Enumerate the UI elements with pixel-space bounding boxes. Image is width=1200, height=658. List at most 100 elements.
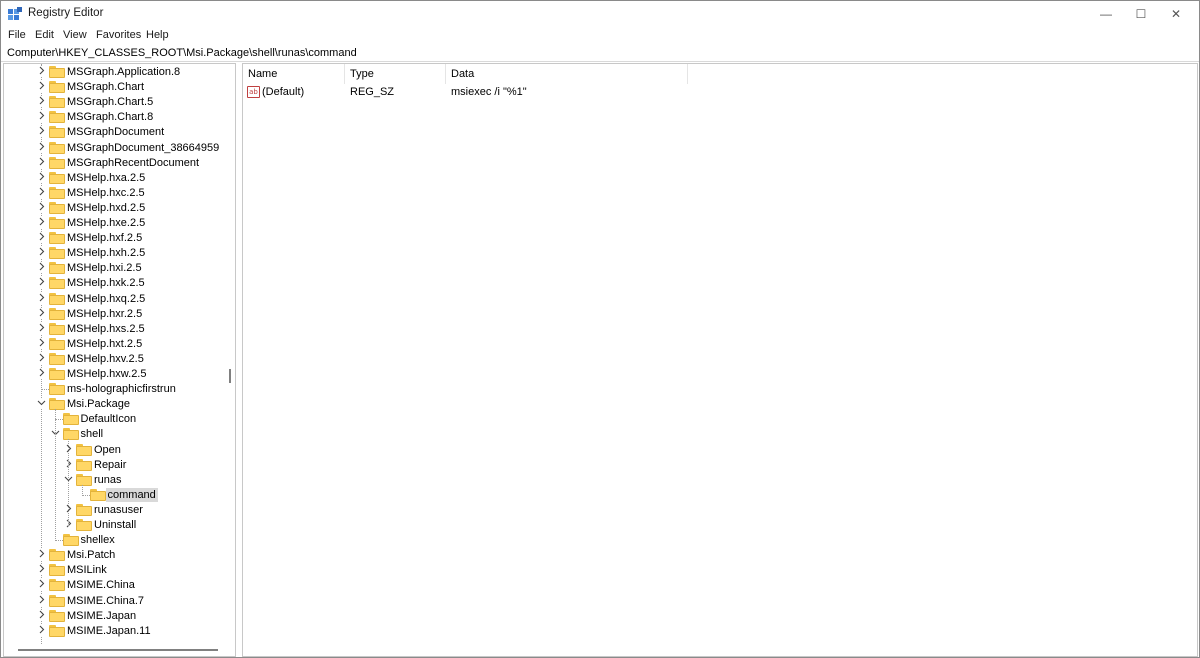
column-header-data[interactable]: Data: [446, 64, 688, 84]
tree-item[interactable]: MSGraph.Chart.5: [4, 95, 224, 110]
chevron-right-icon[interactable]: [36, 322, 47, 334]
folder-icon: [49, 81, 65, 94]
chevron-right-icon[interactable]: [36, 141, 47, 153]
folder-icon: [62, 413, 79, 426]
tree-item-label: MSHelp.hxa.2.5: [67, 171, 146, 184]
column-header-name[interactable]: Name: [243, 64, 345, 84]
chevron-right-icon[interactable]: [36, 292, 47, 304]
menu-view[interactable]: View: [63, 29, 87, 41]
tree-item[interactable]: MSHelp.hxe.2.5: [4, 216, 224, 231]
tree-item[interactable]: MSGraph.Application.8: [4, 65, 224, 80]
chevron-right-icon[interactable]: [36, 624, 47, 636]
tree-item[interactable]: Repair: [4, 458, 224, 473]
folder-icon: [76, 519, 92, 531]
tree-item[interactable]: ms-holographicfirstrun: [4, 382, 224, 397]
tree-item[interactable]: command: [4, 487, 224, 503]
chevron-right-icon[interactable]: [36, 156, 47, 168]
tree-item[interactable]: runas: [4, 473, 224, 488]
chevron-right-icon[interactable]: [36, 594, 47, 606]
chevron-right-icon[interactable]: [36, 352, 47, 364]
column-header-type[interactable]: Type: [345, 64, 446, 84]
chevron-right-icon[interactable]: [36, 337, 47, 349]
tree-item[interactable]: Uninstall: [4, 518, 224, 533]
chevron-right-icon[interactable]: [36, 186, 47, 198]
value-row[interactable]: ab (Default) REG_SZ msiexec /i "%1": [243, 84, 1197, 101]
chevron-right-icon[interactable]: [36, 201, 47, 213]
tree-item[interactable]: MSHelp.hxc.2.5: [4, 186, 224, 201]
values-list-pane[interactable]: Name Type Data ab (Default) REG_SZ msiex…: [242, 63, 1198, 657]
tree-item[interactable]: MSIME.Japan: [4, 609, 224, 624]
folder-icon: [49, 262, 65, 275]
tree-item[interactable]: MSILink: [4, 563, 224, 578]
tree-item[interactable]: MSIME.China.7: [4, 594, 224, 609]
chevron-right-icon[interactable]: [36, 277, 47, 289]
tree-horizontal-scrollbar[interactable]: [18, 649, 218, 651]
address-bar[interactable]: Computer\HKEY_CLASSES_ROOT\Msi.Package\s…: [1, 44, 1199, 62]
chevron-right-icon[interactable]: [36, 609, 47, 621]
chevron-right-icon[interactable]: [36, 96, 47, 108]
chevron-right-icon[interactable]: [36, 81, 47, 93]
menu-favorites[interactable]: Favorites: [96, 29, 141, 41]
folder-icon: [49, 126, 65, 139]
tree-item[interactable]: MSHelp.hxr.2.5: [4, 307, 224, 322]
menu-help[interactable]: Help: [146, 29, 169, 41]
tree-item[interactable]: MSHelp.hxh.2.5: [4, 246, 224, 261]
chevron-right-icon[interactable]: [36, 111, 47, 123]
tree-item[interactable]: runasuser: [4, 503, 224, 518]
tree-item[interactable]: MSIME.China: [4, 578, 224, 593]
tree-item[interactable]: shell: [4, 427, 224, 442]
chevron-right-icon[interactable]: [36, 217, 47, 228]
chevron-down-icon[interactable]: [36, 398, 47, 410]
folder-icon: [49, 337, 65, 350]
address-path[interactable]: Computer\HKEY_CLASSES_ROOT\Msi.Package\s…: [7, 47, 357, 59]
tree-item-label: Msi.Patch: [67, 549, 116, 562]
tree-item-label: command: [105, 487, 158, 502]
chevron-right-icon[interactable]: [36, 66, 47, 77]
tree-connector-line: [54, 409, 56, 542]
tree-item[interactable]: MSHelp.hxq.2.5: [4, 292, 224, 307]
title-bar[interactable]: Registry Editor — ☐ ✕: [1, 1, 1199, 27]
chevron-right-icon[interactable]: [36, 579, 47, 591]
tree-item[interactable]: MSHelp.hxk.2.5: [4, 276, 224, 291]
tree-item[interactable]: MSHelp.hxa.2.5: [4, 171, 224, 186]
tree-item[interactable]: MSGraphDocument_38664959: [4, 141, 224, 156]
menu-file[interactable]: File: [8, 29, 26, 41]
chevron-right-icon[interactable]: [36, 564, 47, 576]
tree-item[interactable]: MSGraph.Chart.8: [4, 110, 224, 125]
close-button[interactable]: ✕: [1153, 1, 1199, 27]
chevron-right-icon[interactable]: [36, 262, 47, 274]
tree-item-label: MSILink: [67, 564, 107, 577]
tree-item[interactable]: MSGraph.Chart: [4, 80, 224, 95]
tree-item[interactable]: Open: [4, 443, 224, 458]
tree-item[interactable]: Msi.Patch: [4, 548, 224, 563]
tree-item[interactable]: MSGraphDocument: [4, 125, 224, 140]
tree-item-label: MSHelp.hxt.2.5: [67, 337, 143, 350]
tree-item[interactable]: Msi.Package: [4, 397, 224, 412]
folder-icon: [49, 624, 65, 637]
tree-item[interactable]: MSHelp.hxs.2.5: [4, 322, 224, 337]
tree-vertical-scrollbar[interactable]: [229, 369, 231, 383]
tree-item[interactable]: MSHelp.hxv.2.5: [4, 352, 224, 367]
chevron-right-icon[interactable]: [36, 307, 47, 319]
tree-item[interactable]: shellex: [4, 533, 224, 548]
tree-item-label: MSHelp.hxk.2.5: [67, 277, 145, 290]
folder-icon: [49, 307, 65, 320]
menu-edit[interactable]: Edit: [35, 29, 54, 41]
chevron-right-icon[interactable]: [36, 126, 47, 138]
tree-item[interactable]: MSHelp.hxw.2.5: [4, 367, 224, 382]
chevron-right-icon[interactable]: [36, 247, 47, 259]
folder-icon: [49, 352, 65, 365]
chevron-right-icon[interactable]: [36, 368, 47, 379]
tree-item-label: MSHelp.hxs.2.5: [67, 322, 145, 335]
chevron-right-icon[interactable]: [36, 171, 47, 183]
tree-item[interactable]: MSHelp.hxf.2.5: [4, 231, 224, 246]
tree-item[interactable]: MSHelp.hxd.2.5: [4, 201, 224, 216]
tree-item[interactable]: MSHelp.hxi.2.5: [4, 261, 224, 276]
chevron-right-icon[interactable]: [36, 549, 47, 561]
chevron-right-icon[interactable]: [36, 232, 47, 244]
tree-item[interactable]: MSGraphRecentDocument: [4, 156, 224, 171]
tree-item[interactable]: MSIME.Japan.11: [4, 624, 224, 639]
tree-item[interactable]: DefaultIcon: [4, 412, 224, 427]
tree-item[interactable]: MSHelp.hxt.2.5: [4, 337, 224, 352]
key-tree-pane[interactable]: MSGraph.Application.8 MSGraph.Chart MSGrap…: [3, 63, 236, 657]
